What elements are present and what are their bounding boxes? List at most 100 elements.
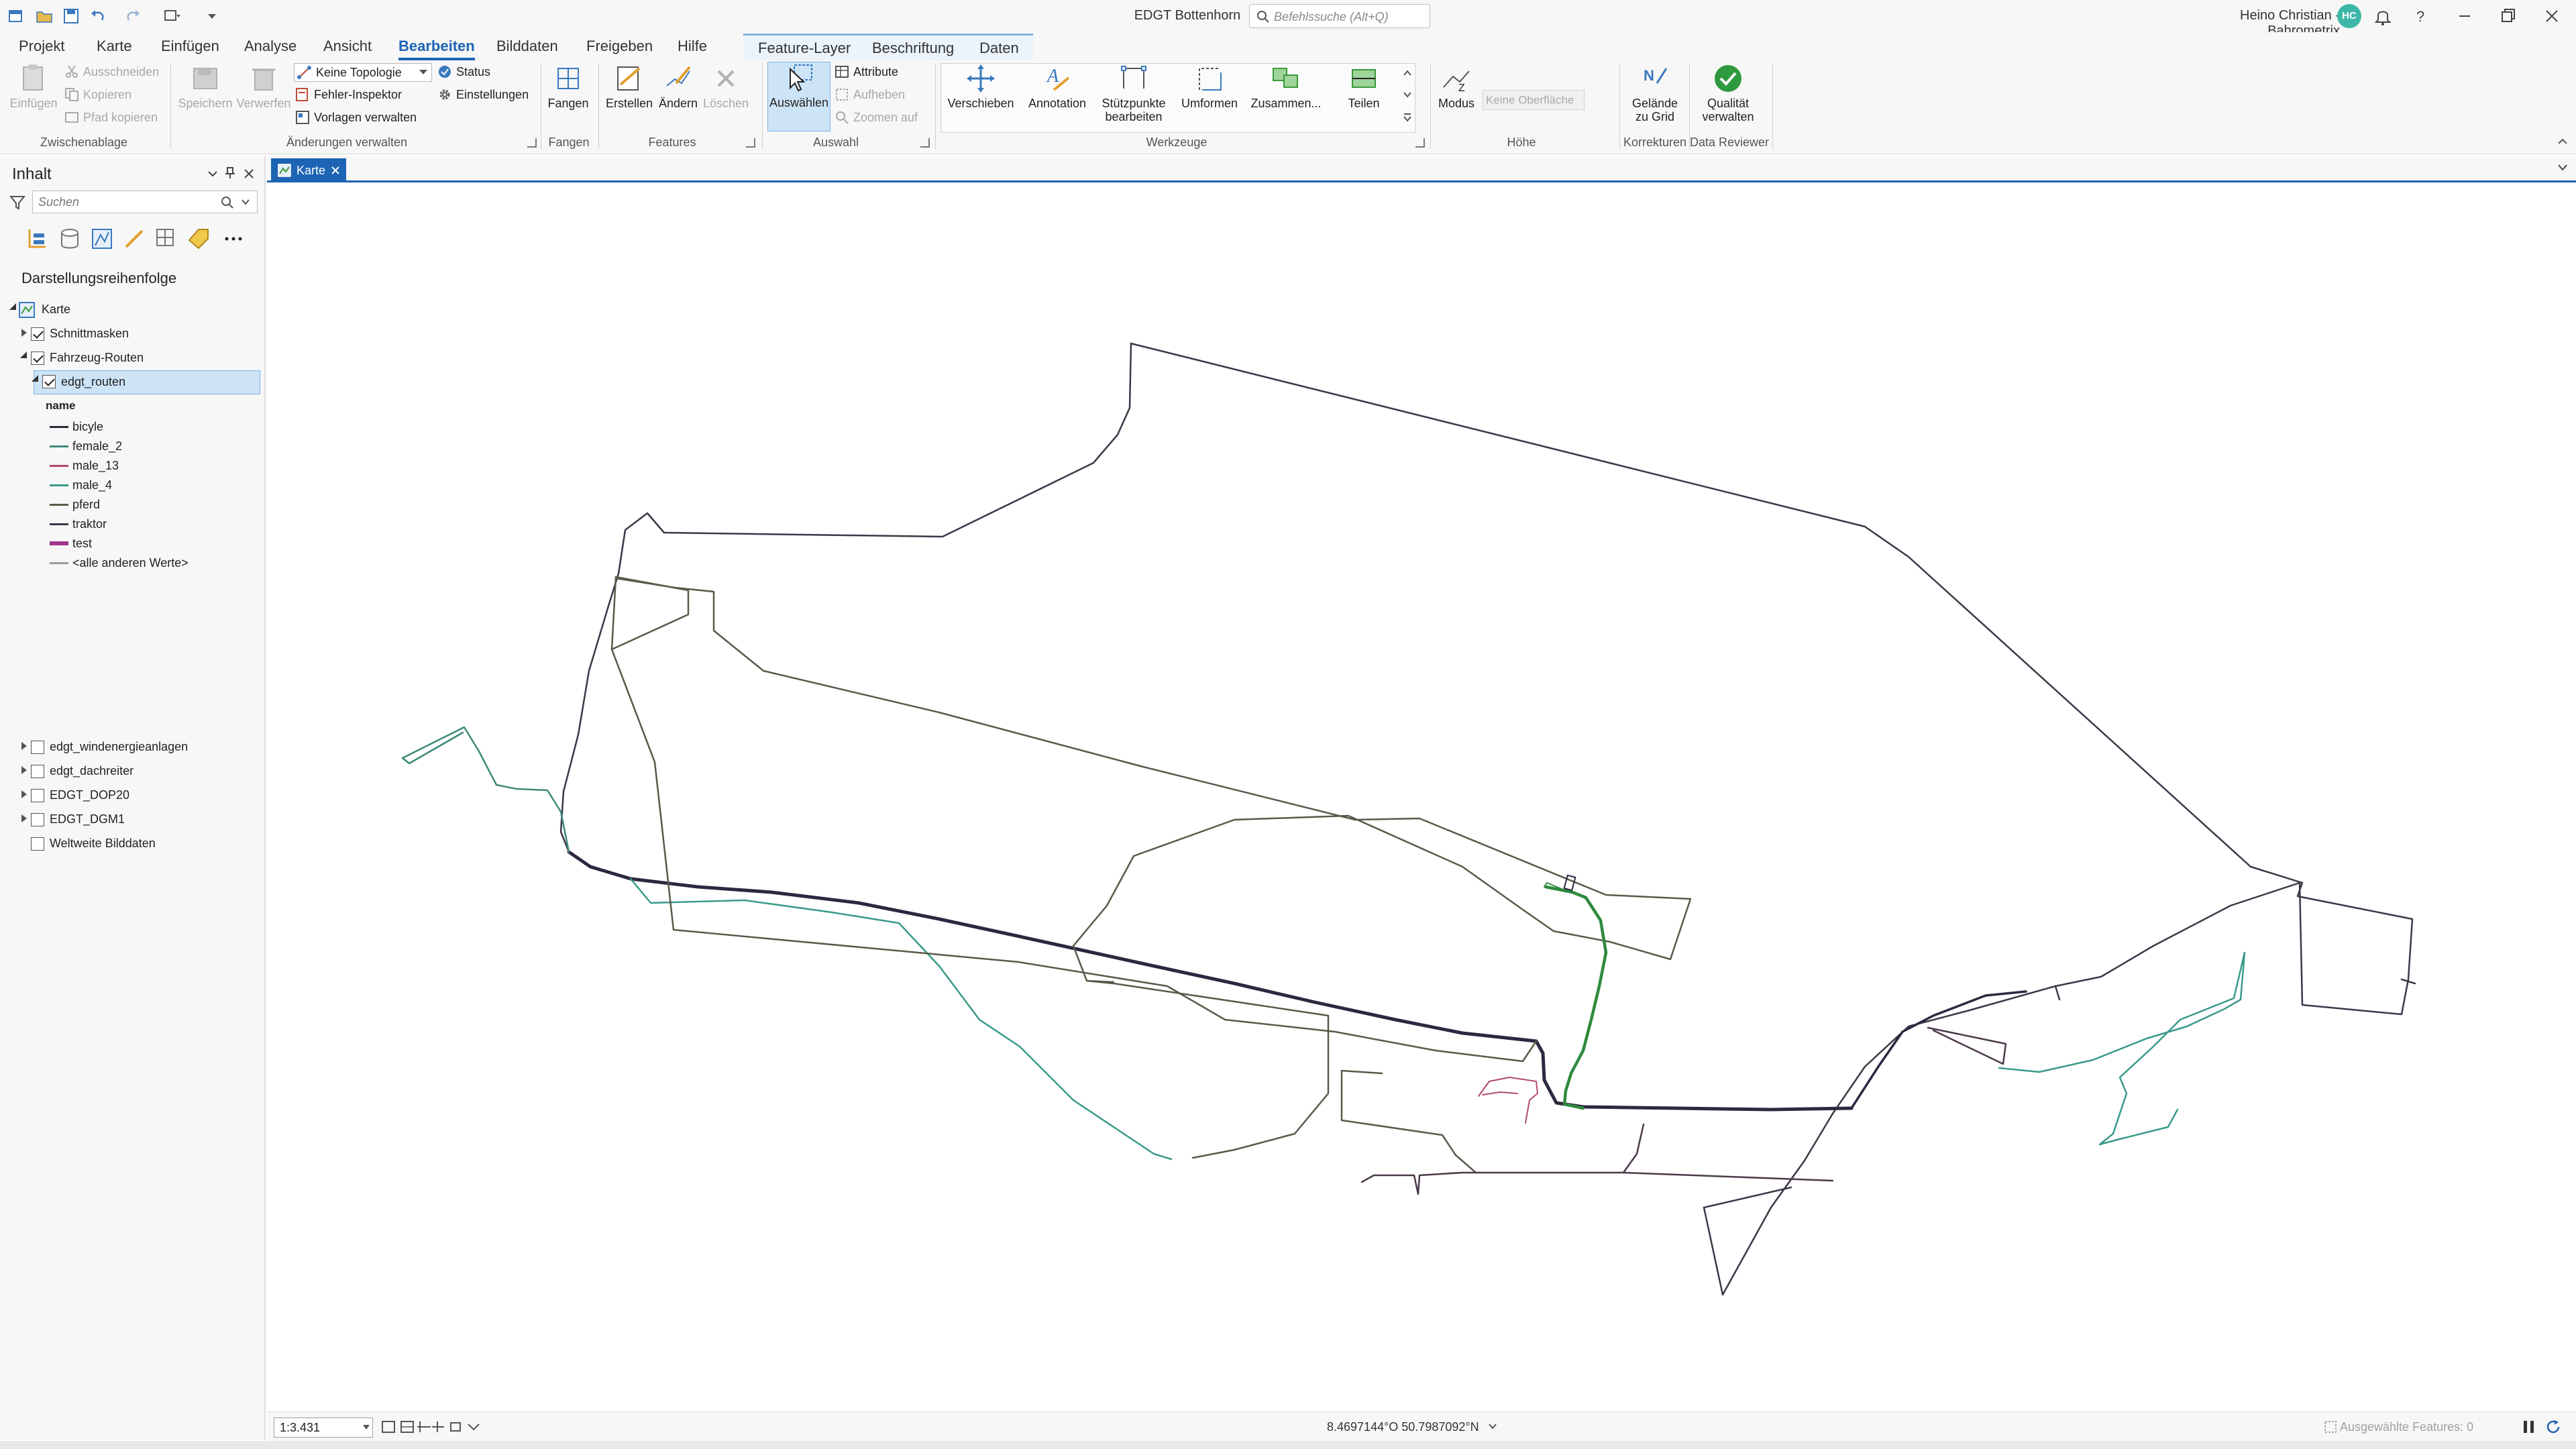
layer-visibility-checkbox[interactable] xyxy=(31,765,44,778)
command-search-input[interactable]: Befehlssuche (Alt+Q) xyxy=(1249,4,1430,28)
elevation-mode-button[interactable]: Z Modus xyxy=(1434,63,1479,130)
more-options-icon[interactable] xyxy=(221,227,246,251)
pin-icon[interactable] xyxy=(224,166,236,180)
filter-icon[interactable] xyxy=(9,195,25,211)
legend-item[interactable]: test xyxy=(0,534,262,553)
legend-item[interactable]: male_4 xyxy=(0,476,262,495)
route-line[interactable] xyxy=(1927,1026,2007,1065)
legend-item[interactable]: male_13 xyxy=(0,456,262,476)
contents-search-input[interactable]: Suchen xyxy=(32,191,258,213)
error-inspector-button[interactable]: Fehler-Inspektor xyxy=(295,87,402,107)
tab-ansicht[interactable]: Ansicht xyxy=(323,38,372,55)
modify-button[interactable]: Ändern xyxy=(655,63,702,130)
settings-button[interactable]: Einstellungen xyxy=(437,87,529,107)
expand-toggle[interactable] xyxy=(21,742,27,750)
route-line[interactable] xyxy=(1544,885,1608,1110)
chevron-down-icon[interactable] xyxy=(241,199,250,205)
clear-selection-button[interactable]: Aufheben xyxy=(835,87,905,107)
toc-item-edgt-routen[interactable]: edgt_routen xyxy=(32,370,260,394)
toc-item-karte[interactable]: Karte xyxy=(0,298,262,322)
reshape-button[interactable]: Umformen xyxy=(1174,63,1245,130)
toc-item-windenergieanlagen[interactable]: edgt_windenergieanlagen xyxy=(0,735,262,759)
chevron-down-icon[interactable] xyxy=(1488,1423,1497,1430)
status-button[interactable]: Status xyxy=(437,64,490,85)
group-launcher[interactable] xyxy=(1415,138,1425,148)
route-line[interactable] xyxy=(559,342,1132,853)
route-line[interactable] xyxy=(1360,1171,1834,1195)
map-canvas[interactable] xyxy=(267,184,2568,1411)
route-line[interactable] xyxy=(614,577,1692,983)
pause-drawing-icon[interactable] xyxy=(2521,1419,2537,1435)
cut-button[interactable]: Ausschneiden xyxy=(64,64,159,85)
split-button[interactable]: Teilen xyxy=(1335,63,1393,130)
layer-visibility-checkbox[interactable] xyxy=(31,813,44,826)
restore-icon[interactable] xyxy=(2494,4,2521,28)
layer-visibility-checkbox[interactable] xyxy=(31,837,44,851)
route-lines-layer[interactable] xyxy=(267,184,2568,1411)
expand-toggle[interactable] xyxy=(21,814,27,822)
redo-icon[interactable] xyxy=(123,7,142,25)
list-by-drawing-order-icon[interactable] xyxy=(25,227,50,251)
move-button[interactable]: Verschieben xyxy=(945,63,1017,130)
paste-button[interactable]: Einfügen xyxy=(7,63,60,130)
save-edits-button[interactable]: Speichern xyxy=(176,63,235,130)
annotation-button[interactable]: A Annotation xyxy=(1021,63,1093,130)
route-line[interactable] xyxy=(567,850,1854,1112)
manage-templates-button[interactable]: Vorlagen verwalten xyxy=(295,110,417,130)
refresh-icon[interactable] xyxy=(2545,1419,2561,1435)
layer-visibility-checkbox[interactable] xyxy=(31,741,44,754)
route-line[interactable] xyxy=(1622,1123,1645,1174)
scale-select[interactable]: 1:3.431 xyxy=(274,1417,373,1438)
open-project-icon[interactable] xyxy=(35,7,54,25)
create-button[interactable]: Erstellen xyxy=(602,63,656,130)
list-by-snapping-icon[interactable] xyxy=(154,227,178,251)
toc-item-weltweite-bilddaten[interactable]: Weltweite Bilddaten xyxy=(0,832,262,856)
tab-bearbeiten[interactable]: Bearbeiten xyxy=(398,38,475,60)
gallery-expand-icon[interactable] xyxy=(1402,110,1413,125)
avatar[interactable]: HC xyxy=(2337,4,2361,28)
close-icon[interactable] xyxy=(2538,4,2565,28)
pane-options-icon[interactable] xyxy=(207,168,219,180)
route-line[interactable] xyxy=(1085,979,1330,1159)
new-project-icon[interactable] xyxy=(7,7,25,25)
view-options-chevron-icon[interactable] xyxy=(2557,164,2568,172)
collapse-ribbon-icon[interactable] xyxy=(2556,136,2569,148)
route-line[interactable] xyxy=(1340,1069,1477,1174)
legend-item[interactable]: <alle anderen Werte> xyxy=(0,553,262,573)
gallery-scroll-down-icon[interactable] xyxy=(1402,87,1413,102)
ground-to-grid-button[interactable]: N Gelände zu Grid xyxy=(1623,63,1686,130)
legend-item[interactable]: traktor xyxy=(0,515,262,534)
tab-projekt[interactable]: Projekt xyxy=(19,38,64,55)
gallery-scroll-up-icon[interactable] xyxy=(1402,66,1413,80)
tab-karte[interactable]: Karte xyxy=(97,38,132,55)
copy-button[interactable]: Kopieren xyxy=(64,87,131,107)
discard-edits-button[interactable]: Verwerfen xyxy=(235,63,292,130)
help-icon[interactable]: ? xyxy=(2407,4,2434,28)
list-by-labeling-icon[interactable] xyxy=(186,227,211,251)
tab-bilddaten[interactable]: Bilddaten xyxy=(496,38,558,55)
close-icon[interactable] xyxy=(243,168,255,180)
toc-item-dgm1[interactable]: EDGT_DGM1 xyxy=(0,808,262,832)
group-launcher[interactable] xyxy=(746,138,755,148)
toc-item-fahrzeug-routen[interactable]: Fahrzeug-Routen xyxy=(0,346,262,370)
copy-path-button[interactable]: Pfad kopieren xyxy=(64,110,158,130)
snapping-button[interactable]: Fangen xyxy=(545,63,592,130)
route-line[interactable] xyxy=(629,877,1173,1161)
manage-quality-button[interactable]: Qualität verwalten xyxy=(1693,63,1763,130)
legend-item[interactable]: female_2 xyxy=(0,437,262,456)
list-by-data-source-icon[interactable] xyxy=(58,227,82,251)
surface-select[interactable]: Keine Oberfläche xyxy=(1483,90,1585,110)
delete-button[interactable]: Löschen xyxy=(702,63,750,130)
tab-analyse[interactable]: Analyse xyxy=(244,38,297,55)
expand-toggle[interactable] xyxy=(20,352,27,358)
layer-visibility-checkbox[interactable] xyxy=(31,789,44,802)
route-line[interactable] xyxy=(1478,1077,1538,1124)
route-line[interactable] xyxy=(401,726,570,853)
navigation-tools-icon[interactable] xyxy=(381,1419,502,1436)
select-button[interactable]: Auswählen xyxy=(767,62,830,131)
expand-toggle[interactable] xyxy=(32,375,38,382)
group-launcher[interactable] xyxy=(527,138,537,148)
layer-visibility-checkbox[interactable] xyxy=(42,375,56,388)
zoom-to-selection-button[interactable]: Zoomen auf xyxy=(835,110,918,130)
legend-item[interactable]: bicyle xyxy=(0,417,262,437)
